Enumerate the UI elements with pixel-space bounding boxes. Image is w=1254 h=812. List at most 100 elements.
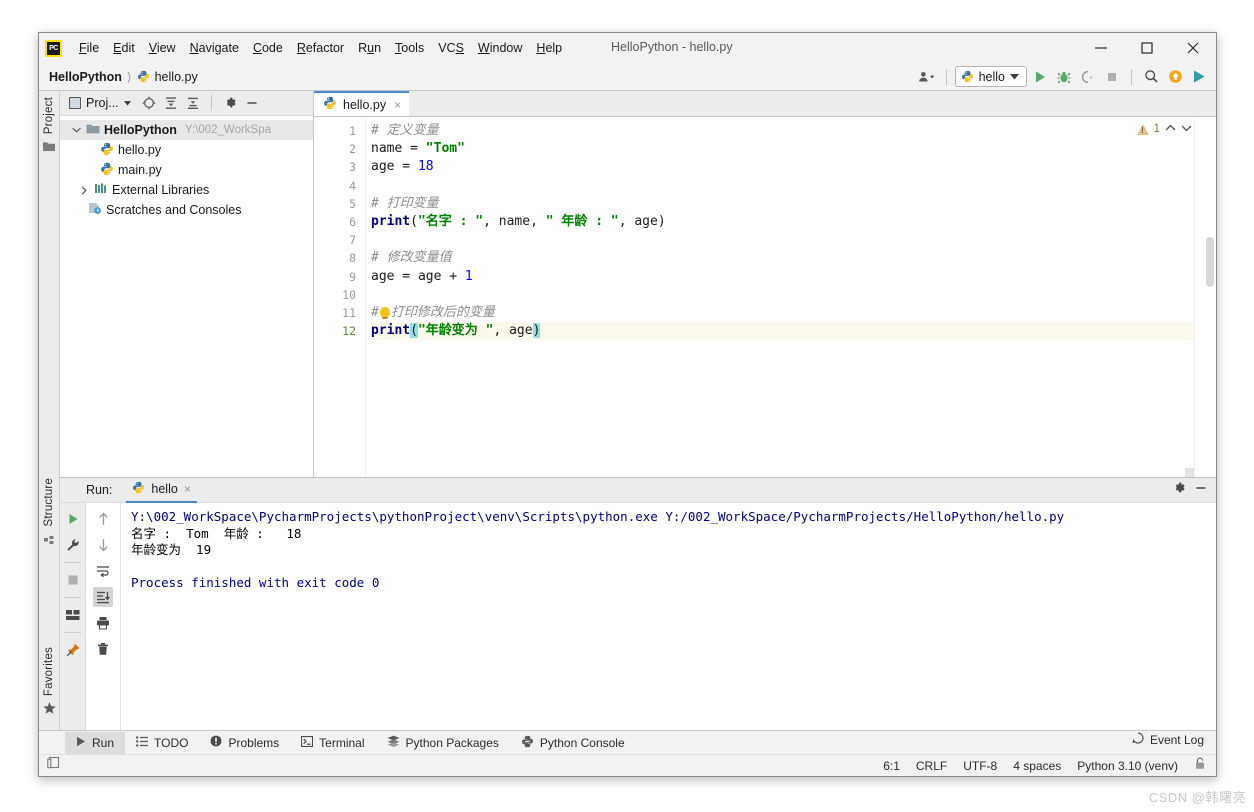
main-body: Project Structure Favorites Proj... Hell… [39, 91, 1216, 730]
menu-item-window[interactable]: Window [471, 38, 529, 58]
tool-button-favorites[interactable]: Favorites [43, 647, 55, 696]
layout-icon[interactable] [63, 605, 83, 625]
settings-gear-icon[interactable] [1172, 481, 1186, 500]
project-panel-title[interactable]: Proj... [69, 96, 131, 110]
close-icon[interactable] [1170, 33, 1216, 63]
navbar-toolbar: hello [916, 66, 1210, 88]
editor-horizontal-scroll-stub[interactable] [1185, 468, 1194, 477]
line-separator[interactable]: CRLF [916, 759, 947, 773]
intention-bulb-icon[interactable] [379, 306, 390, 317]
status-tool-python-console[interactable]: Python Console [510, 732, 636, 754]
wrench-icon[interactable] [63, 535, 83, 555]
python-interpreter[interactable]: Python 3.10 (venv) [1077, 759, 1178, 773]
down-arrow-icon[interactable] [93, 535, 113, 555]
status-tool-run[interactable]: Run [65, 731, 126, 754]
event-log-button[interactable]: Event Log [1132, 732, 1204, 747]
update-project-icon[interactable] [1164, 66, 1186, 88]
menu-item-view[interactable]: View [142, 38, 183, 58]
editor-tab-hello-py[interactable]: hello.py × [314, 91, 410, 116]
hide-panel-icon[interactable] [1194, 481, 1208, 500]
scroll-to-end-icon[interactable] [93, 587, 113, 607]
tool-button-structure[interactable]: Structure [43, 478, 55, 526]
collapse-all-icon[interactable] [161, 93, 181, 113]
chevron-right-icon[interactable] [78, 185, 90, 195]
console-output[interactable]: Y:\002_WorkSpace\PycharmProjects\pythonP… [121, 503, 1216, 730]
breadcrumb-file[interactable]: hello.py [137, 70, 198, 84]
code-editor[interactable]: 1 2 3 4 5 6 7 8 9 10 11 12 # 定义变量 name =… [314, 117, 1216, 477]
locate-icon[interactable] [139, 93, 159, 113]
maximize-icon[interactable] [1124, 33, 1170, 63]
menu-item-refactor[interactable]: Refactor [290, 38, 351, 58]
menu-item-file[interactable]: File [72, 38, 106, 58]
pin-icon[interactable] [63, 640, 83, 660]
editor-tab-label: hello.py [343, 97, 387, 112]
menu-item-edit[interactable]: Edit [106, 38, 142, 58]
file-encoding[interactable]: UTF-8 [963, 759, 997, 773]
status-tool-python-packages[interactable]: Python Packages [376, 732, 510, 754]
status-tool-label: Python Packages [405, 735, 499, 750]
line-number: 8 [349, 251, 356, 266]
menu-item-code[interactable]: Code [246, 38, 290, 58]
settings-icon[interactable] [220, 93, 240, 113]
lock-icon[interactable] [1194, 756, 1206, 775]
code-line-5: # 打印变量 [371, 195, 439, 211]
caret-position[interactable]: 6:1 [883, 759, 900, 773]
user-settings-icon[interactable] [916, 66, 938, 88]
menu-item-navigate[interactable]: Navigate [183, 38, 246, 58]
line-number: 2 [349, 142, 356, 157]
stop-icon[interactable] [1101, 66, 1123, 88]
tree-item-scratches-and-consoles[interactable]: Scratches and Consoles [60, 200, 313, 220]
hide-icon[interactable] [242, 93, 262, 113]
indent-setting[interactable]: 4 spaces [1013, 759, 1061, 773]
tree-item-hello-py[interactable]: hello.py [60, 140, 313, 160]
tree-item-main-py[interactable]: main.py [60, 160, 313, 180]
print-icon[interactable] [93, 613, 113, 633]
tool-button-project[interactable]: Project [43, 97, 55, 134]
close-icon[interactable]: × [394, 98, 401, 112]
search-everywhere-icon[interactable] [1140, 66, 1162, 88]
prev-problem-icon[interactable] [1165, 123, 1176, 135]
status-tool-problems[interactable]: Problems [199, 732, 290, 754]
hide-all-windows-icon[interactable] [47, 756, 61, 775]
expand-icon[interactable] [183, 93, 203, 113]
code-line-2: name = "Tom" [371, 141, 465, 157]
launch-icon[interactable] [1188, 66, 1210, 88]
left-tool-strip: Project Structure Favorites [39, 91, 60, 730]
problems-icon [210, 735, 222, 750]
soft-wrap-icon[interactable] [93, 561, 113, 581]
stop-icon[interactable] [63, 570, 83, 590]
chevron-down-icon[interactable] [70, 127, 82, 133]
code-content[interactable]: # 定义变量 name = "Tom" age = 18 # 打印变量 prin… [366, 117, 1216, 477]
inspection-widget[interactable]: 1 [1136, 123, 1192, 135]
menu-item-tools[interactable]: Tools [388, 38, 431, 58]
menu-item-help[interactable]: Help [529, 38, 569, 58]
line-number: 6 [349, 214, 356, 229]
line-number: 12 [342, 324, 356, 339]
run-tab-hello[interactable]: hello × [126, 478, 197, 503]
menu-item-run[interactable]: Run [351, 38, 388, 58]
next-problem-icon[interactable] [1181, 123, 1192, 135]
tree-item-external-libraries[interactable]: External Libraries [60, 180, 313, 200]
status-tool-label: Python Console [539, 735, 625, 750]
minimize-icon[interactable] [1078, 33, 1124, 63]
breadcrumb-project[interactable]: HelloPython [49, 70, 122, 84]
error-stripe-scrollbar[interactable] [1194, 117, 1216, 477]
debug-icon[interactable] [1053, 66, 1075, 88]
editor-scrollbar-thumb[interactable] [1206, 237, 1214, 287]
project-tool-window: Proj... HelloPython Y:\002_WorkSpa hello… [60, 91, 314, 477]
status-tool-terminal[interactable]: Terminal [290, 732, 375, 754]
tree-item-hellopython[interactable]: HelloPython Y:\002_WorkSpa [60, 120, 313, 140]
run-configuration-selector[interactable]: hello [954, 66, 1027, 87]
status-tool-todo[interactable]: TODO [125, 732, 199, 754]
toolbar-divider-2 [64, 597, 81, 598]
menu-item-vcs[interactable]: VCS [431, 38, 471, 58]
close-icon[interactable]: × [184, 482, 191, 496]
run-coverage-icon[interactable] [1077, 66, 1099, 88]
chevron-down-icon [123, 100, 131, 105]
rerun-icon[interactable] [63, 509, 83, 529]
up-arrow-icon[interactable] [93, 509, 113, 529]
run-icon[interactable] [1029, 66, 1051, 88]
trash-icon[interactable] [93, 639, 113, 659]
status-tool-label: Run [92, 735, 115, 750]
run-icon [76, 736, 86, 750]
